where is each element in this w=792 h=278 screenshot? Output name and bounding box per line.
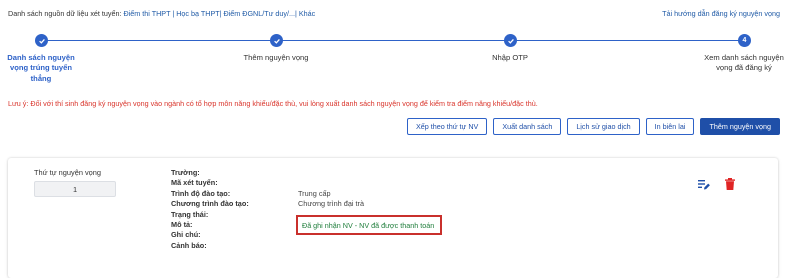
step-1-label[interactable]: Danh sách nguyện vọng trúng tuyển thẳng: [4, 53, 78, 84]
warning-note: Lưu ý: Đối với thí sinh đăng ký nguyện v…: [8, 99, 538, 108]
description-label: Mô tả:: [171, 219, 193, 229]
guide-download-link[interactable]: Tải hướng dẫn đăng ký nguyện vọng: [662, 9, 780, 18]
step-3-check-icon: [504, 34, 517, 47]
wish-card: Thứ tự nguyện vọng 1 Trường: Mã xét tuyể…: [8, 158, 778, 278]
export-list-button[interactable]: Xuất danh sách: [493, 118, 562, 135]
data-source-label: Danh sách nguồn dữ liệu xét tuyển:: [8, 9, 122, 18]
training-program-value: Chương trình đại trà: [298, 199, 365, 209]
trash-icon[interactable]: [722, 176, 738, 192]
sort-by-order-button[interactable]: Xếp theo thứ tự NV: [406, 118, 488, 135]
registration-stepper: 4 Danh sách nguyện vọng trúng tuyển thẳn…: [0, 30, 792, 100]
wish-order-label: Thứ tự nguyện vọng: [34, 168, 102, 177]
add-wish-button[interactable]: Thêm nguyện vọng: [700, 118, 780, 135]
step-1-check-icon: [35, 34, 48, 47]
notes-label: Ghi chú:: [171, 230, 201, 240]
wish-order-field: 1: [34, 181, 116, 197]
step-4-label[interactable]: Xem danh sách nguyện vọng đã đăng ký: [700, 53, 788, 74]
warning-label: Cảnh báo:: [171, 240, 207, 250]
status-highlight: Đã ghi nhận NV - NV đã được thanh toán: [296, 215, 442, 235]
status-label: Trạng thái:: [171, 209, 209, 219]
data-source-links[interactable]: Điểm thi THPT | Học bạ THPT| Điểm ĐGNL/T…: [124, 9, 316, 18]
stepper-track: [42, 40, 746, 41]
training-level-label: Trình độ đào tạo:: [171, 188, 231, 198]
print-receipt-button[interactable]: In biên lai: [645, 118, 695, 135]
step-4-number: 4: [738, 34, 751, 47]
admission-code-label: Mã xét tuyển:: [171, 178, 218, 188]
data-source-bar: Danh sách nguồn dữ liệu xét tuyển: Điểm …: [8, 9, 780, 23]
step-3-label[interactable]: Nhập OTP: [480, 53, 540, 63]
transaction-history-button[interactable]: Lịch sử giao dịch: [567, 118, 640, 135]
training-level-value: Trung cấp: [298, 188, 331, 198]
action-toolbar: Xếp theo thứ tự NV Xuất danh sách Lịch s…: [406, 118, 780, 135]
list-edit-icon[interactable]: [696, 176, 712, 192]
school-label: Trường:: [171, 168, 200, 177]
step-2-label[interactable]: Thêm nguyện vọng: [226, 53, 326, 63]
status-value: Đã ghi nhận NV - NV đã được thanh toán: [302, 221, 435, 230]
step-2-check-icon: [270, 34, 283, 47]
training-program-label: Chương trình đào tạo:: [171, 199, 249, 209]
